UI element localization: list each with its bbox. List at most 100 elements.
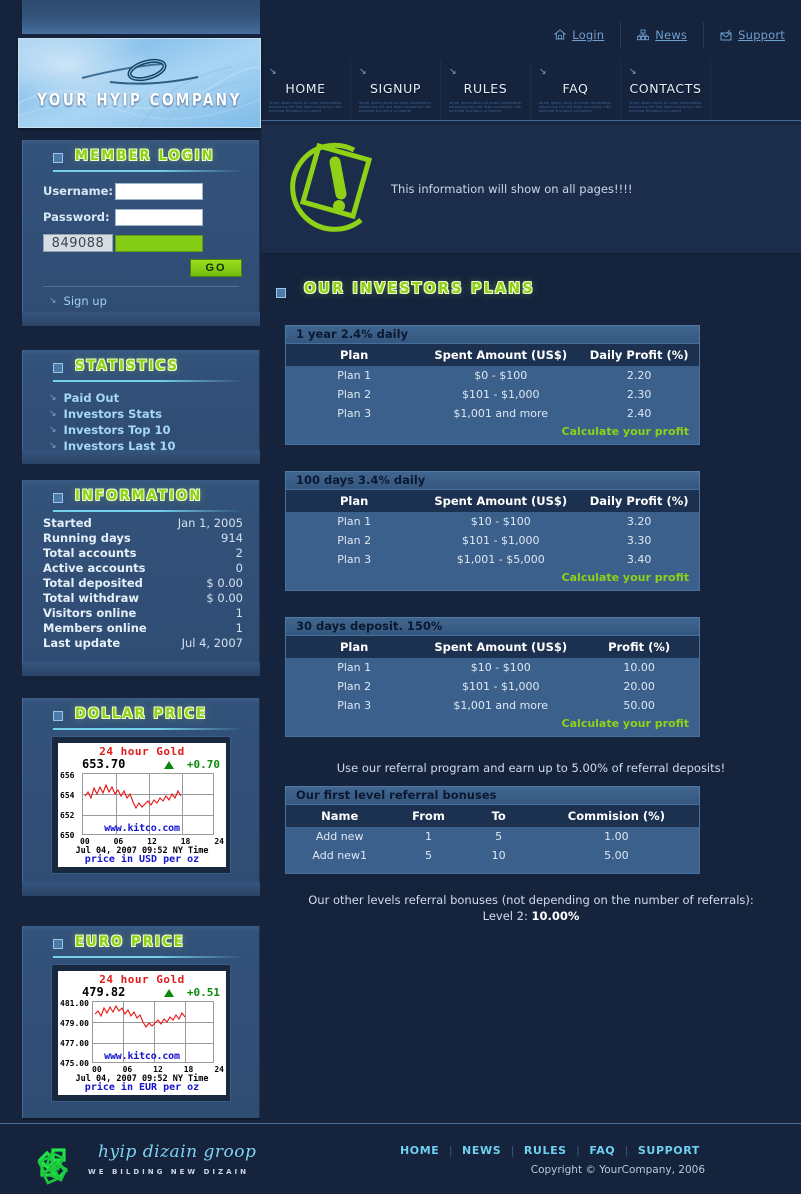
info-row: Total accounts 2: [43, 546, 243, 561]
cell-plan: Plan 3: [286, 696, 423, 715]
pinwheel-icon: [37, 1148, 69, 1185]
cell-profit: 20.00: [579, 677, 699, 696]
calculate-profit-link-3[interactable]: Calculate your profit: [562, 717, 689, 730]
col-profit: Daily Profit (%): [579, 490, 699, 512]
footer-nav-home[interactable]: HOME: [400, 1144, 439, 1157]
cell-plan: Plan 1: [286, 512, 423, 531]
statistics-panel-foot: [22, 450, 260, 464]
footer-nav-rules[interactable]: RULES: [524, 1144, 567, 1157]
info-row: Total deposited $ 0.00: [43, 576, 243, 591]
information-panel-foot: [22, 662, 260, 676]
cell-plan: Plan 2: [286, 531, 423, 550]
title-underline: [53, 170, 243, 172]
cell-profit: 2.40: [579, 404, 699, 423]
cell-spent: $10 - $100: [422, 658, 580, 677]
cell-profit: 3.30: [579, 531, 699, 550]
y-tick: 481.00: [60, 999, 89, 1008]
euro-kitco-chart[interactable]: 24 hour Gold 479.82 +0.51 481.00 479.00 …: [58, 971, 226, 1095]
login-divider: [43, 286, 239, 287]
table-header-row: Plan Spent Amount (US$) Daily Profit (%): [286, 490, 699, 512]
notice-banner: This information will show on all pages!…: [261, 124, 801, 254]
top-link-login-label: Login: [572, 28, 605, 42]
col-plan: Plan: [286, 636, 423, 658]
calculate-profit-link-1[interactable]: Calculate your profit: [562, 425, 689, 438]
footer-nav-faq[interactable]: FAQ: [589, 1144, 615, 1157]
col-spent: Spent Amount (US$): [422, 636, 580, 658]
top-link-login[interactable]: Login: [538, 22, 620, 48]
cell-profit: 3.20: [579, 512, 699, 531]
col-name: Name: [286, 805, 394, 827]
info-row: Visitors online 1: [43, 606, 243, 621]
x-tick: 12: [153, 1065, 163, 1074]
y-tick: 477.00: [60, 1039, 89, 1048]
info-key: Last update: [43, 636, 121, 650]
info-value: $ 0.00: [206, 576, 243, 590]
footer-nav-support[interactable]: SUPPORT: [638, 1144, 700, 1157]
username-input[interactable]: [115, 182, 203, 200]
nav-item-home[interactable]: ↘ HOME lorem ipsum dolor sit amet consec…: [261, 60, 351, 120]
info-value: 1: [235, 621, 243, 635]
arrow-icon: ↘: [49, 425, 57, 435]
x-tick: 00: [80, 837, 90, 846]
info-value: 2: [235, 546, 243, 560]
arrow-icon: ↘: [539, 67, 547, 77]
nav-item-rules[interactable]: ↘ RULES lorem ipsum dolor sit amet conse…: [441, 60, 531, 120]
plans-section-title: OUR INVESTORS PLANS: [304, 280, 535, 298]
col-spent: Spent Amount (US$): [422, 344, 580, 366]
calculate-profit-link-2[interactable]: Calculate your profit: [562, 571, 689, 584]
plan-table-3-caption: 30 days deposit. 150%: [285, 617, 700, 635]
nav-item-faq-label: FAQ: [562, 80, 589, 96]
plan-table-1-grid: Plan Spent Amount (US$) Daily Profit (%)…: [286, 344, 699, 444]
captcha-input[interactable]: [115, 234, 203, 252]
nav-item-signup[interactable]: ↘ SIGNUP lorem ipsum dolor sit amet cons…: [351, 60, 441, 120]
password-row: Password:: [23, 206, 259, 228]
cell-spent: $1,001 and more: [422, 404, 580, 423]
password-input[interactable]: [115, 208, 203, 226]
col-plan: Plan: [286, 490, 423, 512]
col-plan: Plan: [286, 344, 423, 366]
chart-price: 653.70: [82, 757, 126, 771]
bullet-square-icon: [53, 153, 63, 163]
up-triangle-icon: [164, 761, 174, 769]
table-spacer-row: [286, 865, 699, 873]
stat-link-paid-out[interactable]: ↘ Paid Out: [23, 390, 259, 406]
stat-link-investors-stats[interactable]: ↘ Investors Stats: [23, 406, 259, 422]
go-button[interactable]: GO: [190, 259, 242, 277]
nav-item-faq[interactable]: ↘ FAQ lorem ipsum dolor sit amet consect…: [531, 60, 621, 120]
info-row: Running days 914: [43, 531, 243, 546]
top-link-news[interactable]: News: [621, 22, 703, 48]
table-row: Add new 1 5 1.00: [286, 827, 699, 846]
site-logo[interactable]: YOUR HYIP COMPANY: [18, 38, 261, 128]
info-key: Visitors online: [43, 606, 137, 620]
nav-ghost-text: lorem ipsum dolor sit amet consectetur a…: [629, 101, 702, 114]
member-login-panel: MEMBER LOGIN Username: Password: 849088 …: [22, 140, 260, 324]
link-sign-up[interactable]: ↘ Sign up: [23, 293, 259, 309]
arrow-icon: ↘: [359, 67, 367, 77]
x-tick: 24: [214, 1065, 224, 1074]
top-link-support[interactable]: Support: [704, 22, 801, 48]
col-profit: Profit (%): [579, 636, 699, 658]
cell-profit: 2.30: [579, 385, 699, 404]
logo-company-name: YOUR HYIP COMPANY: [37, 89, 242, 111]
cell-spent: $1,001 and more: [422, 696, 580, 715]
plan-table-2: 100 days 3.4% daily Plan Spent Amount (U…: [285, 471, 700, 591]
dollar-kitco-chart[interactable]: 24 hour Gold 653.70 +0.70 656 654 652 65…: [58, 743, 226, 867]
main-nav: ↘ HOME lorem ipsum dolor sit amet consec…: [261, 60, 711, 120]
table-header-row: Name From To Commision (%): [286, 805, 699, 827]
referral-other-levels-text: Our other levels referral bonuses (not d…: [308, 893, 754, 907]
arrow-icon: ↘: [269, 67, 277, 77]
member-login-header: MEMBER LOGIN: [23, 140, 259, 174]
nav-item-contacts[interactable]: ↘ CONTACTS lorem ipsum dolor sit amet co…: [621, 60, 711, 120]
stat-link-investors-top-10[interactable]: ↘ Investors Top 10: [23, 422, 259, 438]
plan-table-1: 1 year 2.4% daily Plan Spent Amount (US$…: [285, 325, 700, 445]
euro-price-panel: EURO PRICE 24 hour Gold 479.82 +0.51 481…: [22, 926, 260, 1118]
nav-item-home-label: HOME: [285, 80, 326, 96]
statistics-header: STATISTICS: [23, 350, 259, 384]
info-key: Total accounts: [43, 546, 137, 560]
cell-plan: Plan 2: [286, 677, 423, 696]
footer-nav-separator: |: [510, 1144, 515, 1157]
dollar-chart-frame: 24 hour Gold 653.70 +0.70 656 654 652 65…: [51, 736, 231, 874]
stat-link-investors-stats-label: Investors Stats: [63, 407, 162, 421]
link-sign-up-label: Sign up: [63, 294, 107, 308]
footer-nav-news[interactable]: NEWS: [462, 1144, 501, 1157]
